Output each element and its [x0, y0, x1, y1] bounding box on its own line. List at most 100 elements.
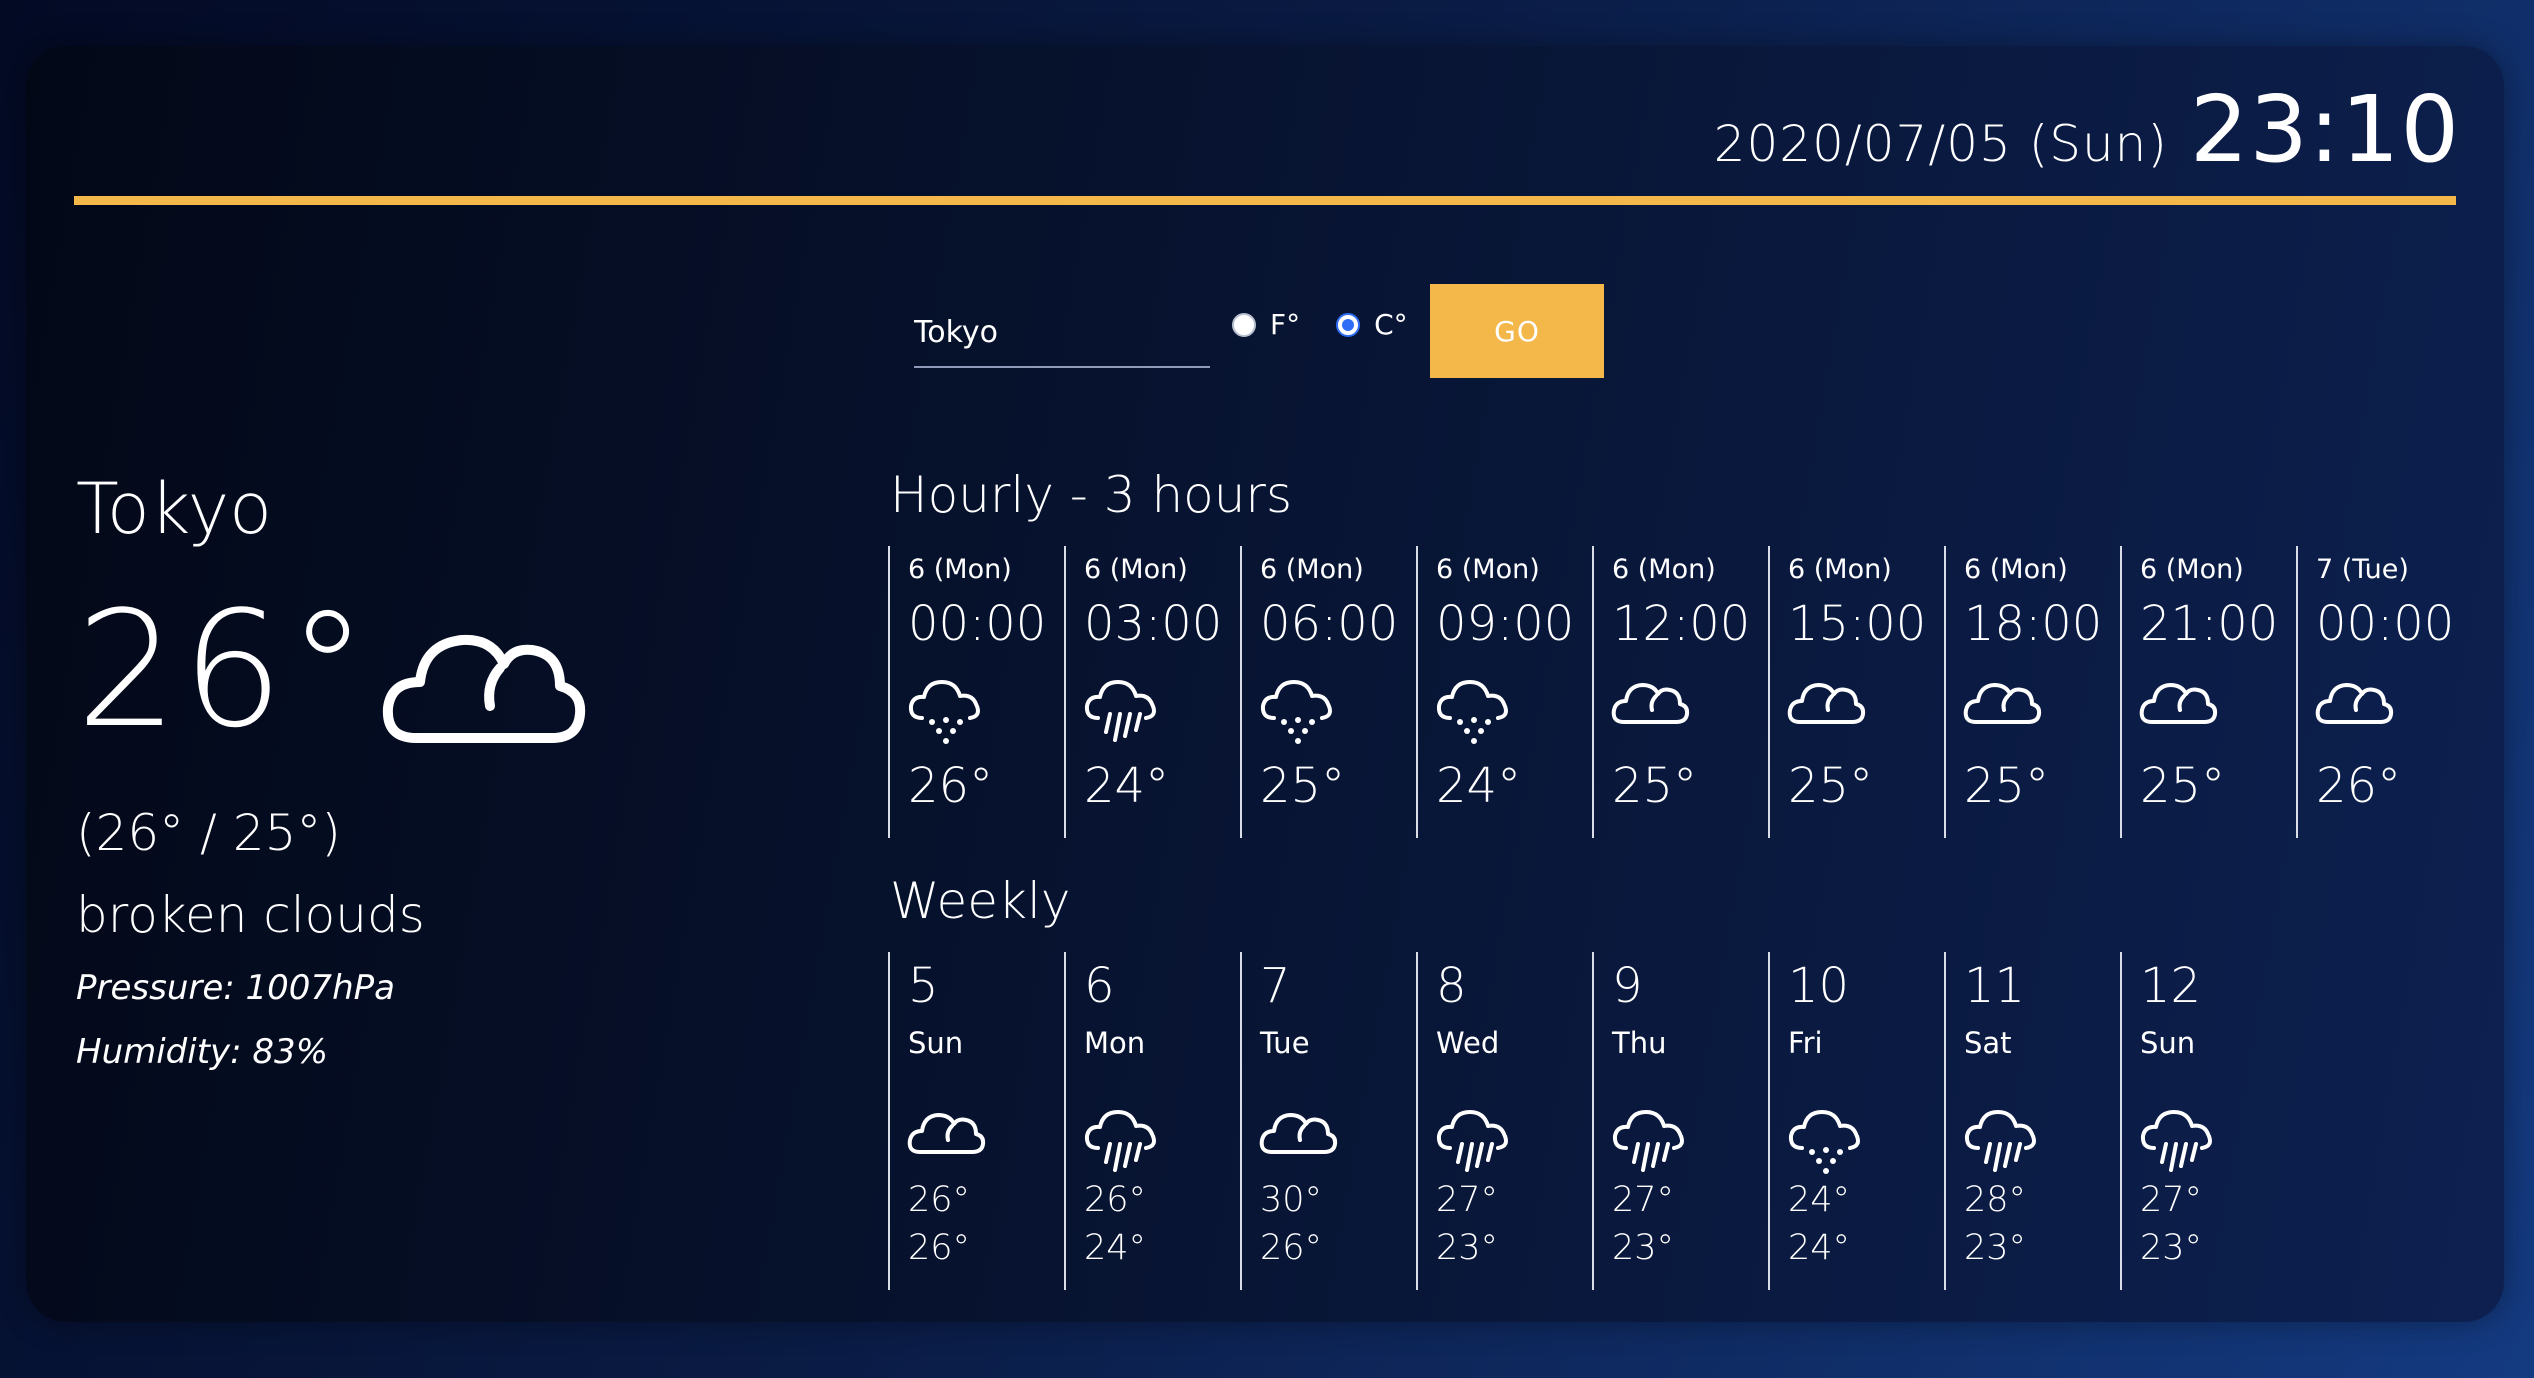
current-temp-row: 26°: [76, 590, 590, 754]
unit-f-radio[interactable]: [1232, 312, 1256, 337]
weekly-item: 8 Wed 27° 23°: [1416, 952, 1590, 1290]
current-minmax: (26° / 25°): [76, 804, 341, 862]
hourly-item: 6 (Mon) 03:00 24°: [1064, 546, 1238, 838]
weekly-weekday: Thu: [1612, 1026, 1667, 1060]
hourly-temp: 25°: [1260, 758, 1346, 814]
go-button[interactable]: GO: [1430, 284, 1604, 378]
weekly-item: 11 Sat 28° 23°: [1944, 952, 2118, 1290]
weekly-item: 10 Fri 24° 24°: [1768, 952, 1942, 1290]
current-time: 23:10: [2189, 76, 2460, 183]
weekly-title: Weekly: [890, 872, 1071, 930]
hourly-item: 6 (Mon) 06:00 25°: [1240, 546, 1414, 838]
datetime-display: 2020/07/05 (Sun) 23:10: [1714, 76, 2460, 183]
hourly-item: 6 (Mon) 18:00 25°: [1944, 546, 2118, 838]
current-city: Tokyo: [76, 468, 272, 550]
weekly-weekday: Mon: [1084, 1026, 1146, 1060]
weekly-low: 26°: [908, 1228, 971, 1268]
rain-icon: [2138, 1104, 2218, 1180]
weekly-low: 23°: [2140, 1228, 2203, 1268]
hourly-day: 6 (Mon): [1788, 554, 1892, 585]
hourly-day: 6 (Mon): [1612, 554, 1716, 585]
weekly-item: 5 Sun 26° 26°: [888, 952, 1062, 1290]
header-divider: [74, 196, 2456, 205]
weekly-high: 27°: [1436, 1180, 1499, 1220]
weekly-low: 23°: [1612, 1228, 1675, 1268]
cloud-icon: [906, 1104, 986, 1160]
weekly-low: 23°: [1436, 1228, 1499, 1268]
hourly-temp: 24°: [1084, 758, 1170, 814]
hourly-title: Hourly - 3 hours: [890, 466, 1293, 524]
weekly-low: 23°: [1964, 1228, 2027, 1268]
city-search-input[interactable]: [914, 298, 1210, 368]
hourly-day: 6 (Mon): [1436, 554, 1540, 585]
hourly-item: 7 (Tue) 00:00 26°: [2296, 546, 2470, 838]
hourly-item: 6 (Mon) 15:00 25°: [1768, 546, 1942, 838]
hourly-day: 6 (Mon): [908, 554, 1012, 585]
weekly-item: 7 Tue 30° 26°: [1240, 952, 1414, 1290]
weekly-high: 26°: [1084, 1180, 1147, 1220]
cloud-icon: [1258, 1104, 1338, 1160]
rain-icon: [1082, 1104, 1162, 1180]
hourly-temp: 25°: [1788, 758, 1874, 814]
drizzle-icon: [1258, 674, 1338, 750]
hourly-day: 7 (Tue): [2316, 554, 2409, 585]
weekly-weekday: Wed: [1436, 1026, 1500, 1060]
weekly-date: 11: [1964, 958, 2026, 1014]
weekly-date: 7: [1260, 958, 1291, 1014]
cloud-icon: [1962, 674, 2042, 730]
weekly-high: 30°: [1260, 1180, 1323, 1220]
hourly-item: 6 (Mon) 09:00 24°: [1416, 546, 1590, 838]
weekly-date: 9: [1612, 958, 1643, 1014]
hourly-time: 21:00: [2140, 596, 2279, 652]
cloud-icon: [1610, 674, 1690, 730]
hourly-forecast: 6 (Mon) 00:00 26° 6 (Mon) 03:00 24° 6 (Mon) 0…: [888, 546, 2472, 838]
weekly-date: 5: [908, 958, 939, 1014]
hourly-time: 00:00: [2316, 596, 2455, 652]
weekly-high: 27°: [2140, 1180, 2203, 1220]
hourly-day: 6 (Mon): [1260, 554, 1364, 585]
broken-clouds-icon: [380, 608, 590, 754]
drizzle-icon: [906, 674, 986, 750]
current-temp: 26°: [76, 576, 372, 763]
cloud-icon: [2138, 674, 2218, 730]
rain-icon: [1962, 1104, 2042, 1180]
weekly-high: 24°: [1788, 1180, 1851, 1220]
weekly-item: 12 Sun 27° 23°: [2120, 952, 2294, 1290]
weekly-high: 28°: [1964, 1180, 2027, 1220]
current-description: broken clouds: [76, 886, 425, 944]
hourly-temp: 25°: [1612, 758, 1698, 814]
weekly-low: 24°: [1084, 1228, 1147, 1268]
drizzle-icon: [1434, 674, 1514, 750]
hourly-day: 6 (Mon): [1964, 554, 2068, 585]
cloud-icon: [1786, 674, 1866, 730]
rain-icon: [1082, 674, 1162, 750]
current-pressure: Pressure: 1007hPa: [76, 968, 395, 1008]
hourly-temp: 26°: [2316, 758, 2402, 814]
hourly-time: 18:00: [1964, 596, 2103, 652]
hourly-day: 6 (Mon): [1084, 554, 1188, 585]
hourly-temp: 25°: [2140, 758, 2226, 814]
weekly-item: 6 Mon 26° 24°: [1064, 952, 1238, 1290]
weekly-weekday: Fri: [1788, 1026, 1823, 1060]
hourly-item: 6 (Mon) 00:00 26°: [888, 546, 1062, 838]
weekly-weekday: Sat: [1964, 1026, 2012, 1060]
weekly-weekday: Sun: [2140, 1026, 2196, 1060]
weekly-weekday: Sun: [908, 1026, 964, 1060]
rain-icon: [1610, 1104, 1690, 1180]
hourly-time: 03:00: [1084, 596, 1223, 652]
weekly-low: 26°: [1260, 1228, 1323, 1268]
hourly-temp: 25°: [1964, 758, 2050, 814]
current-date: 2020/07/05 (Sun): [1713, 115, 2168, 173]
weekly-date: 6: [1084, 958, 1115, 1014]
drizzle-icon: [1786, 1104, 1866, 1180]
cloud-icon: [2314, 674, 2394, 730]
hourly-time: 09:00: [1436, 596, 1575, 652]
weekly-forecast: 5 Sun 26° 26° 6 Mon 26° 24° 7 Tue 30° 26° 8 Wed 27…: [888, 952, 2296, 1290]
weekly-weekday: Tue: [1260, 1026, 1310, 1060]
weekly-low: 24°: [1788, 1228, 1851, 1268]
current-humidity: Humidity: 83%: [76, 1032, 328, 1072]
unit-f-label: F°: [1270, 308, 1301, 341]
weekly-date: 12: [2140, 958, 2202, 1014]
unit-c-radio[interactable]: [1336, 312, 1361, 337]
weekly-date: 10: [1788, 958, 1850, 1014]
